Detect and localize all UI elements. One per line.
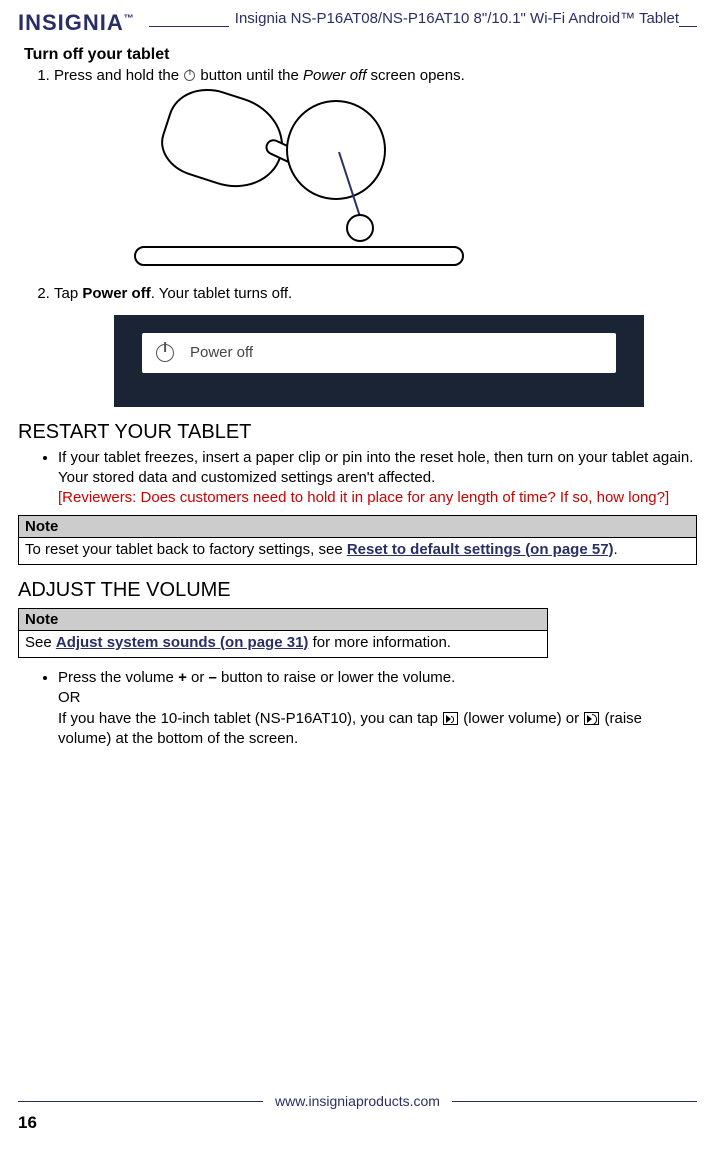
restart-bullet: If your tablet freezes, insert a paper c… <box>58 448 697 509</box>
document-title: Insignia NS-P16AT08/NS-P16AT10 8"/10.1" … <box>229 10 679 27</box>
note-label: Note <box>19 516 696 538</box>
link-reset-default[interactable]: Reset to default settings (on page 57) <box>347 541 614 558</box>
figure-press-power <box>114 94 474 274</box>
brand-logo: INSIGNIA™ <box>18 10 135 36</box>
figure-power-off-dialog: Power off <box>114 315 644 407</box>
note-label: Note <box>19 609 547 631</box>
note-body: See Adjust system sounds (on page 31) fo… <box>19 631 547 657</box>
page-number: 16 <box>18 1113 697 1133</box>
note-body: To reset your tablet back to factory set… <box>19 538 696 564</box>
note-box-restart: Note To reset your tablet back to factor… <box>18 515 697 565</box>
reviewer-note: [Reviewers: Does customers need to hold … <box>58 489 669 506</box>
step-1: Press and hold the button until the Powe… <box>54 66 697 274</box>
footer-rule-left <box>18 1101 263 1102</box>
step-2: Tap Power off. Your tablet turns off. Po… <box>54 284 697 407</box>
power-icon <box>156 344 174 362</box>
volume-bullet: Press the volume + or – button to raise … <box>58 668 697 749</box>
link-adjust-sounds[interactable]: Adjust system sounds (on page 31) <box>56 634 309 651</box>
section-heading-restart: RESTART YOUR TABLET <box>18 421 697 444</box>
section-heading-volume: ADJUST THE VOLUME <box>18 579 697 602</box>
section-title-turn-off: Turn off your tablet <box>24 46 697 64</box>
note-box-volume: Note See Adjust system sounds (on page 3… <box>18 608 548 658</box>
power-icon <box>184 70 195 81</box>
footer-rule-right <box>452 1101 697 1102</box>
volume-up-icon <box>584 712 599 725</box>
footer-url[interactable]: www.insigniaproducts.com <box>271 1093 444 1109</box>
power-off-label: Power off <box>190 343 253 363</box>
volume-down-icon <box>443 712 458 725</box>
